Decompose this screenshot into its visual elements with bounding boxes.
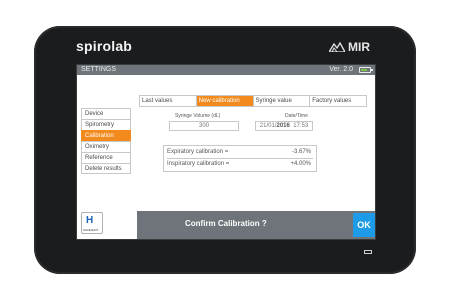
confirm-message: Confirm Calibration ? — [185, 219, 267, 228]
datetime-label: Date/Time — [285, 113, 308, 119]
sidebar-item-oximetry[interactable]: Oximetry — [81, 141, 131, 152]
save-exit-icon: H — [86, 215, 94, 226]
battery-fill — [361, 69, 367, 71]
expiratory-label: Expiratory calibration = — [167, 149, 229, 155]
mountain-icon — [329, 42, 345, 52]
inspiratory-row: Inspiratory calibration = +4.00% — [167, 158, 313, 170]
sidebar-item-spirometry[interactable]: Spirometry — [81, 119, 131, 130]
calibration-tabs: Last values New calibration Syringe valu… — [139, 95, 367, 107]
settings-sidebar: Device Spirometry Calibration Oximetry R… — [81, 108, 131, 174]
syringe-volume-field[interactable]: 300 — [169, 121, 239, 131]
save-exit-label: SAVE/EXIT — [83, 228, 99, 232]
brand-name: spirolab — [76, 38, 133, 54]
sidebar-item-device[interactable]: Device — [81, 108, 131, 119]
datetime-field[interactable]: 21/01/2016 17:53 — [255, 121, 313, 131]
battery-icon — [359, 67, 373, 73]
tab-factory-values[interactable]: Factory values — [310, 96, 366, 106]
mir-logo: MIR — [329, 40, 370, 54]
syringe-volume-label: Syringe Volume (dL) — [175, 113, 221, 119]
settings-screen: SETTINGS Ver. 2.0 Device Spirometry Cali… — [76, 64, 376, 240]
screen-title: SETTINGS — [81, 66, 117, 73]
sidebar-item-calibration[interactable]: Calibration — [81, 130, 131, 141]
inspiratory-value: +4.00% — [290, 161, 311, 167]
title-bar: SETTINGS Ver. 2.0 — [77, 65, 375, 75]
ok-button[interactable]: OK — [353, 213, 375, 237]
save-exit-button[interactable]: H SAVE/EXIT — [81, 212, 103, 234]
tab-last-values[interactable]: Last values — [140, 96, 197, 106]
time-value: 17:53 — [293, 123, 309, 129]
date-prefix: 21/01/ — [259, 123, 277, 129]
logo-text: MIR — [348, 40, 370, 54]
tab-new-calibration[interactable]: New calibration — [196, 96, 254, 106]
sidebar-item-delete-results[interactable]: Delete results — [81, 163, 131, 174]
confirm-bar: Confirm Calibration ? OK — [137, 211, 375, 239]
expiratory-value: -3.67% — [291, 149, 311, 155]
sidebar-item-reference[interactable]: Reference — [81, 152, 131, 163]
calibration-results: Expiratory calibration = -3.67% Inspirat… — [163, 145, 317, 172]
date-year: 2016 — [276, 123, 290, 129]
inspiratory-label: Inspiratory calibration = — [167, 161, 230, 167]
tab-syringe-value[interactable]: Syringe value — [254, 96, 311, 106]
device-battery-icon — [364, 250, 372, 254]
version-label: Ver. 2.0 — [329, 66, 353, 73]
